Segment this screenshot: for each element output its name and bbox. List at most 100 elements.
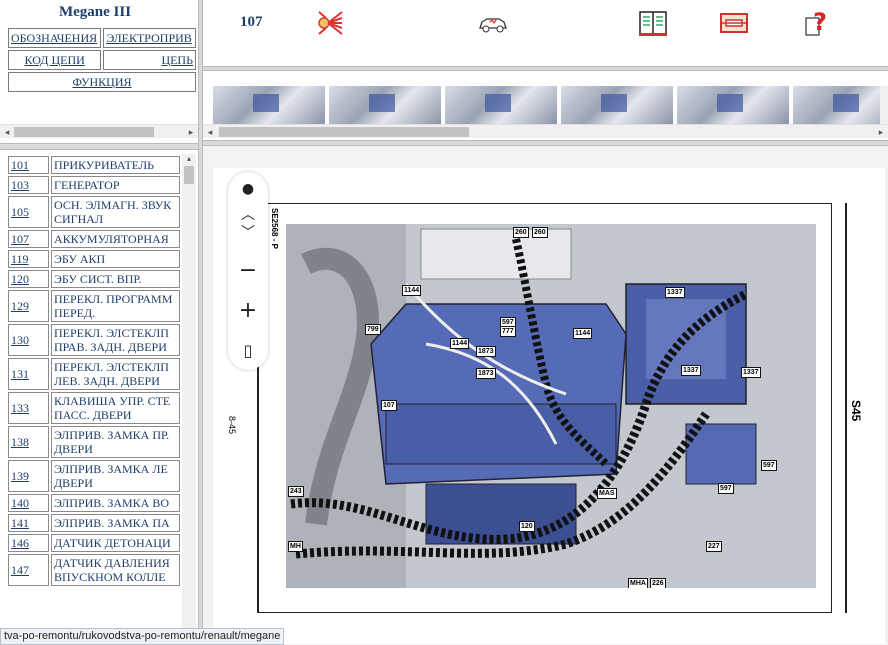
component-row[interactable]: 139 ЭЛПРИВ. ЗАМКА ЛЕ ДВЕРИ xyxy=(8,460,180,492)
component-row[interactable]: 101 ПРИКУРИВАТЕЛЬ xyxy=(8,156,180,174)
component-code-cell[interactable]: 139 xyxy=(8,460,49,492)
nav-funktsiya-link[interactable]: ФУНКЦИЯ xyxy=(72,75,131,89)
scroll-thumb[interactable] xyxy=(14,127,154,137)
component-code-link[interactable]: 107 xyxy=(11,232,29,246)
component-code-link[interactable]: 105 xyxy=(11,205,29,219)
thumbnail-4[interactable] xyxy=(561,86,673,124)
component-code-cell[interactable]: 101 xyxy=(8,156,49,174)
callout-1873: 1873 xyxy=(476,368,496,379)
scroll-thumb[interactable] xyxy=(219,127,469,137)
component-code-link[interactable]: 141 xyxy=(11,516,29,530)
component-row[interactable]: 141 ЭЛПРИВ. ЗАМКА ПА xyxy=(8,514,180,532)
component-name: ПЕРЕКЛ. ПРОГРАММ ПЕРЕД. xyxy=(51,290,180,322)
component-code-cell[interactable]: 147 xyxy=(8,554,49,586)
pan-dot-icon[interactable]: ● xyxy=(228,174,268,204)
component-name: ЭБУ СИСТ. ВПР. xyxy=(51,270,180,288)
scroll-left-icon[interactable]: ◂ xyxy=(203,125,217,139)
wiring-icon[interactable] xyxy=(316,8,348,38)
nav-elektropit-link[interactable]: ЭЛЕКТРОПРИВ xyxy=(106,31,191,45)
component-code-cell[interactable]: 129 xyxy=(8,290,49,322)
scroll-up-icon[interactable]: ▴ xyxy=(182,154,196,166)
component-code-cell[interactable]: 103 xyxy=(8,176,49,194)
thumbnail-3[interactable] xyxy=(445,86,557,124)
app-window: Megane III ОБОЗНАЧЕНИЯ ЭЛЕКТРОПРИВ КОД Ц… xyxy=(0,0,888,645)
help-icon[interactable]: ? xyxy=(801,8,833,38)
component-row[interactable]: 146 ДАТЧИК ДЕТОНАЦИ xyxy=(8,534,180,552)
thumbnail-2[interactable] xyxy=(329,86,441,124)
fuse-icon[interactable] xyxy=(718,8,750,38)
callout-1144: 1144 xyxy=(573,328,593,339)
component-code-cell[interactable]: 105 xyxy=(8,196,49,228)
component-code-cell[interactable]: 141 xyxy=(8,514,49,532)
callout-597: 597 xyxy=(761,460,777,471)
thumbnail-1[interactable] xyxy=(213,86,325,124)
list-vertical-scrollbar[interactable]: ▴ xyxy=(182,154,196,630)
component-code-cell[interactable]: 138 xyxy=(8,426,49,458)
component-row[interactable]: 147 ДАТЧИК ДАВЛЕНИЯ ВПУСКНОМ КОЛЛЕ xyxy=(8,554,180,586)
nav-tsep[interactable]: ЦЕПЬ xyxy=(103,50,196,70)
component-code-link[interactable]: 140 xyxy=(11,496,29,510)
scroll-right-icon[interactable]: ▸ xyxy=(184,125,198,139)
component-list: 101 ПРИКУРИВАТЕЛЬ 103 ГЕНЕРАТОР 105 ОСН. ЭЛМА… xyxy=(6,154,182,630)
nav-elektropit[interactable]: ЭЛЕКТРОПРИВ xyxy=(103,28,196,48)
component-code-link[interactable]: 138 xyxy=(11,435,29,449)
thumbnail-horizontal-scrollbar[interactable]: ◂ ▸ xyxy=(203,124,888,138)
nav-oboznacheniya[interactable]: ОБОЗНАЧЕНИЯ xyxy=(8,28,102,48)
nav-horizontal-scrollbar[interactable]: ◂ ▸ xyxy=(0,124,198,138)
component-code-cell[interactable]: 133 xyxy=(8,392,49,424)
component-code-cell[interactable]: 130 xyxy=(8,324,49,356)
diagram-viewer[interactable]: SE2568 - P 8-45 S45 1144 799 1144 1873 1… xyxy=(203,146,888,645)
component-code-cell[interactable]: 119 xyxy=(8,250,49,268)
component-row[interactable]: 133 КЛАВИША УПР. СТЕ ПАСС. ДВЕРИ xyxy=(8,392,180,424)
thumbnail-5[interactable] xyxy=(677,86,789,124)
zoom-out-icon[interactable]: − xyxy=(228,256,268,286)
component-code-cell[interactable]: 107 xyxy=(8,230,49,248)
zoom-in-icon[interactable]: + xyxy=(228,296,268,326)
panel-splitter[interactable] xyxy=(0,143,198,150)
callout-1337: 1337 xyxy=(681,365,701,376)
callout-mh: MH xyxy=(288,541,303,552)
nav-oboznacheniya-link[interactable]: ОБОЗНАЧЕНИЯ xyxy=(11,31,97,45)
component-code-link[interactable]: 133 xyxy=(11,401,29,415)
component-row[interactable]: 103 ГЕНЕРАТОР xyxy=(8,176,180,194)
component-row[interactable]: 107 АККУМУЛЯТОРНАЯ xyxy=(8,230,180,248)
scroll-down-chevron-icon[interactable]: ﹀ xyxy=(228,226,268,256)
component-row[interactable]: 120 ЭБУ СИСТ. ВПР. xyxy=(8,270,180,288)
scroll-right-icon[interactable]: ▸ xyxy=(874,125,888,139)
component-row[interactable]: 119 ЭБУ АКП xyxy=(8,250,180,268)
component-code-cell[interactable]: 120 xyxy=(8,270,49,288)
component-code-link[interactable]: 103 xyxy=(11,178,29,192)
toolbar-separator xyxy=(203,66,888,71)
thumbnail-vertical-scrollbar[interactable] xyxy=(880,86,888,124)
nav-kod-tsepi-link[interactable]: КОД ЦЕПИ xyxy=(25,53,85,67)
component-code-link[interactable]: 129 xyxy=(11,299,29,313)
component-row[interactable]: 129 ПЕРЕКЛ. ПРОГРАММ ПЕРЕД. xyxy=(8,290,180,322)
nav-tsep-link[interactable]: ЦЕПЬ xyxy=(161,53,193,67)
component-code-link[interactable]: 119 xyxy=(11,252,29,266)
component-row[interactable]: 140 ЭЛПРИВ. ЗАМКА ВО xyxy=(8,494,180,512)
car-icon[interactable] xyxy=(477,8,509,38)
book-icon[interactable] xyxy=(637,8,669,38)
callout-120: 120 xyxy=(519,521,535,532)
engine-bay-photo: 1144 799 1144 1873 1873 107 260 260 597 … xyxy=(286,224,816,588)
component-code-link[interactable]: 130 xyxy=(11,333,29,347)
component-row[interactable]: 105 ОСН. ЭЛМАГН. ЗВУК СИГНАЛ xyxy=(8,196,180,228)
scroll-thumb[interactable] xyxy=(184,166,194,184)
component-code-link[interactable]: 147 xyxy=(11,563,29,577)
nav-kod-tsepi[interactable]: КОД ЦЕПИ xyxy=(8,50,102,70)
component-code-link[interactable]: 120 xyxy=(11,272,29,286)
component-code-cell[interactable]: 140 xyxy=(8,494,49,512)
component-code-cell[interactable]: 146 xyxy=(8,534,49,552)
thumbnail-6[interactable] xyxy=(793,86,880,124)
component-row[interactable]: 130 ПЕРЕКЛ. ЭЛСТЕКЛП ПРАВ. ЗАДН. ДВЕРИ xyxy=(8,324,180,356)
component-code-link[interactable]: 131 xyxy=(11,367,29,381)
nav-funktsiya[interactable]: ФУНКЦИЯ xyxy=(8,72,196,92)
component-code-link[interactable]: 146 xyxy=(11,536,29,550)
component-code-link[interactable]: 139 xyxy=(11,469,29,483)
scroll-left-icon[interactable]: ◂ xyxy=(0,125,14,139)
component-row[interactable]: 138 ЭЛПРИВ. ЗАМКА ПР. ДВЕРИ xyxy=(8,426,180,458)
component-row[interactable]: 131 ПЕРЕКЛ. ЭЛСТЕКЛП ЛЕВ. ЗАДН. ДВЕРИ xyxy=(8,358,180,390)
fit-page-icon[interactable]: ▯ xyxy=(228,336,268,366)
component-code-cell[interactable]: 131 xyxy=(8,358,49,390)
component-code-link[interactable]: 101 xyxy=(11,158,29,172)
